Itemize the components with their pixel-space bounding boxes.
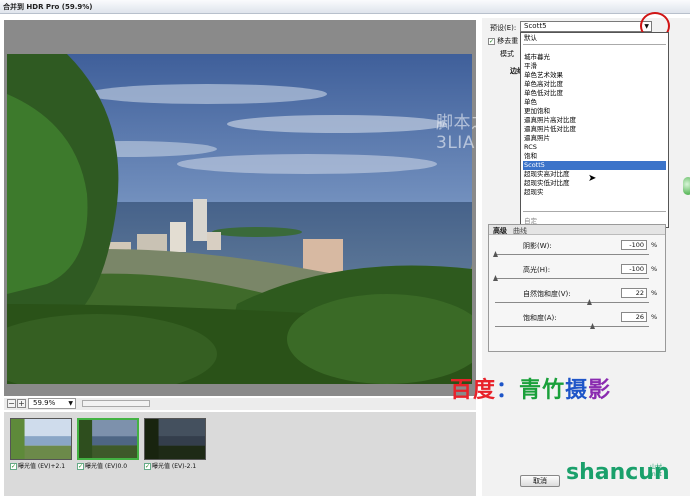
preset-option[interactable]: 平滑 bbox=[523, 62, 666, 71]
preset-option[interactable]: 饱和 bbox=[523, 152, 666, 161]
site-logo-sub1: 山村 bbox=[650, 464, 663, 471]
preset-option[interactable]: 逼真照片 bbox=[523, 134, 666, 143]
checkbox-icon[interactable]: ✓ bbox=[10, 463, 17, 470]
preset-value: Scott5 bbox=[524, 22, 547, 30]
percent-unit: % bbox=[651, 313, 658, 321]
preset-option[interactable]: RCS bbox=[523, 143, 666, 152]
caption-char: 竹 bbox=[542, 377, 566, 403]
caption-char: 青 bbox=[519, 377, 543, 403]
preset-option[interactable]: 超现实 bbox=[523, 188, 666, 197]
thumbnail-label[interactable]: ✓ 曝光值 (EV)0.0 bbox=[77, 462, 127, 472]
vibrance-label: 自然饱和度(V): bbox=[523, 290, 571, 298]
slider-row-shadow: 阴影(W): -100 % bbox=[489, 240, 665, 263]
slider-track[interactable] bbox=[495, 302, 649, 303]
preview-canvas: 脚本之家 3LIAN.COM bbox=[4, 20, 535, 396]
tab-curve[interactable]: 曲线 bbox=[513, 226, 527, 236]
cancel-button[interactable]: 取消 bbox=[520, 475, 560, 487]
caption-char: 摄 bbox=[565, 377, 589, 403]
source-filmstrip: ✓ 曝光值 (EV)+2.1 ✓ 曝光值 (EV)0.0 ✓ 曝光值 (EV)-2.1 bbox=[4, 412, 476, 496]
site-logo-sub2: .net bbox=[650, 471, 662, 478]
horizontal-scrollbar[interactable] bbox=[82, 400, 150, 407]
menu-separator bbox=[523, 211, 666, 212]
adjust-tabs: 高级 曲线 bbox=[489, 225, 665, 235]
slider-row-saturation: 饱和度(A): 26 % bbox=[489, 312, 665, 335]
slider-row-vibrance: 自然饱和度(V): 22 % bbox=[489, 288, 665, 311]
vibrance-input[interactable]: 22 bbox=[621, 288, 647, 298]
preset-option-selected[interactable]: Scott5 bbox=[523, 161, 666, 170]
preset-option[interactable]: 逼真照片低对比度 bbox=[523, 125, 666, 134]
hdr-preview-image bbox=[7, 54, 472, 384]
tab-advanced[interactable]: 高级 bbox=[493, 226, 507, 236]
zoom-in-button[interactable]: + bbox=[17, 399, 26, 408]
zoom-select[interactable]: 59.9% ▼ bbox=[28, 398, 76, 409]
saturation-input[interactable]: 26 bbox=[621, 312, 647, 322]
slider-track[interactable] bbox=[495, 326, 649, 327]
zoom-out-button[interactable]: − bbox=[7, 399, 16, 408]
slider-track[interactable] bbox=[495, 254, 649, 255]
slider-row-highlight: 高光(H): -100 % bbox=[489, 264, 665, 287]
green-orb-icon bbox=[683, 177, 690, 195]
caption-overlay: 百度：青竹摄影 bbox=[450, 372, 611, 404]
preset-option[interactable]: 单色 bbox=[523, 98, 666, 107]
caption-char: 百 bbox=[450, 377, 474, 403]
preset-label: 预设(E): bbox=[490, 24, 517, 32]
preset-select[interactable]: Scott5 ▼ bbox=[520, 21, 652, 32]
thumbnail-label[interactable]: ✓ 曝光值 (EV)-2.1 bbox=[144, 462, 196, 472]
remove-ghost-option[interactable]: ✓ 移去重 bbox=[488, 36, 518, 46]
preset-option[interactable]: 更加饱和 bbox=[523, 107, 666, 116]
zoom-bar: − + 59.9% ▼ bbox=[4, 398, 476, 410]
checkbox-icon[interactable]: ✓ bbox=[144, 463, 151, 470]
title-bar: 合并到 HDR Pro (59.9%) bbox=[0, 0, 690, 14]
checkbox-icon[interactable]: ✓ bbox=[77, 463, 84, 470]
mouse-pointer-icon: ➤ bbox=[588, 173, 597, 184]
preset-option[interactable]: 单色高对比度 bbox=[523, 80, 666, 89]
percent-unit: % bbox=[651, 265, 658, 273]
percent-unit: % bbox=[651, 289, 658, 297]
highlight-label: 高光(H): bbox=[523, 266, 551, 274]
slider-track[interactable] bbox=[495, 278, 649, 279]
preset-option[interactable]: 单色艺术效果 bbox=[523, 71, 666, 80]
caption-char: 度 bbox=[473, 377, 497, 403]
thumbnail-ev-zero[interactable] bbox=[77, 418, 139, 460]
preset-option[interactable]: 逼真照片高对比度 bbox=[523, 116, 666, 125]
thumbnail-ev-minus[interactable] bbox=[144, 418, 206, 460]
mode-label: 模式 bbox=[500, 50, 514, 58]
preset-option[interactable]: 默认 bbox=[523, 34, 666, 43]
thumbnail-ev-plus[interactable] bbox=[10, 418, 72, 460]
preset-dropdown-list[interactable]: 默认 城市暮光 平滑 单色艺术效果 单色高对比度 单色低对比度 单色 更加饱和 … bbox=[520, 32, 669, 228]
remove-ghost-label: 移去重 bbox=[497, 37, 519, 45]
shadow-label: 阴影(W): bbox=[523, 242, 552, 250]
zoom-value: 59.9% bbox=[33, 399, 56, 407]
percent-unit: % bbox=[651, 241, 658, 249]
thumbnail-label[interactable]: ✓ 曝光值 (EV)+2.1 bbox=[10, 462, 65, 472]
shadow-input[interactable]: -100 bbox=[621, 240, 647, 250]
window-title: 合并到 HDR Pro (59.9%) bbox=[3, 3, 93, 11]
caption-char: 影 bbox=[588, 377, 612, 403]
saturation-label: 饱和度(A): bbox=[523, 314, 557, 322]
menu-separator bbox=[523, 44, 666, 45]
chevron-down-icon: ▼ bbox=[68, 400, 73, 407]
highlight-input[interactable]: -100 bbox=[621, 264, 647, 274]
site-logo-sub: 山村 .net bbox=[650, 464, 662, 478]
checkbox-icon[interactable]: ✓ bbox=[488, 37, 495, 45]
caption-char: ： bbox=[496, 377, 520, 403]
preset-option[interactable]: 城市暮光 bbox=[523, 53, 666, 62]
advanced-adjust-panel: 高级 曲线 阴影(W): -100 % 高光(H): -100 % 自然饱和度(… bbox=[488, 224, 666, 352]
preset-option[interactable]: 单色低对比度 bbox=[523, 89, 666, 98]
